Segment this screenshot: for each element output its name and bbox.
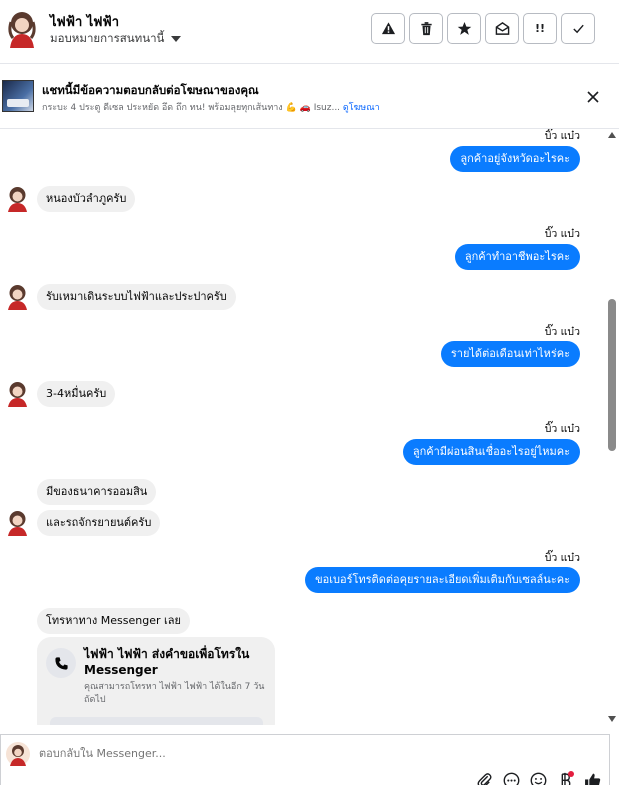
- contact-avatar-small: [8, 285, 27, 310]
- checkmark-icon: [572, 24, 584, 34]
- star-button[interactable]: [447, 13, 481, 44]
- report-spam-button[interactable]: [371, 13, 405, 44]
- reply-composer: [0, 734, 610, 785]
- incoming-message[interactable]: 3-4หมื่นครับ: [37, 381, 116, 407]
- contact-avatar-small: [8, 511, 27, 536]
- sender-name: บิ๊ว แบ๋ว: [544, 326, 580, 338]
- delete-button[interactable]: [409, 13, 443, 44]
- conversation-header: ไฟฟ้า ไฟฟ้า มอบหมายการสนทนานี้ !!: [0, 0, 619, 64]
- incoming-message[interactable]: หนองบัวลำภูครับ: [37, 186, 136, 212]
- notification-dot: [568, 771, 574, 777]
- outgoing-message[interactable]: ลูกค้ามีผ่อนสินเชื่ออะไรอยู่ไหมคะ: [402, 439, 580, 465]
- incoming-message[interactable]: และรถจักรยายนต์ครับ: [37, 510, 161, 536]
- view-ad-link[interactable]: ดูโฆษณา: [343, 103, 380, 113]
- more-options-icon[interactable]: [503, 772, 520, 785]
- scroll-down-arrow-icon[interactable]: [608, 716, 616, 722]
- sender-name: บิ๊ว แบ๋ว: [544, 228, 580, 240]
- warning-icon: [381, 22, 395, 35]
- contact-avatar-small: [8, 187, 27, 212]
- incoming-message[interactable]: โทรหาทาง Messenger เลย: [37, 608, 190, 634]
- star-icon: [457, 21, 471, 35]
- follow-up-button[interactable]: !!: [523, 13, 557, 44]
- ad-reply-banner: แชทนี้มีข้อความตอบกลับต่อโฆษณาของคุณ กระ…: [0, 65, 619, 129]
- reply-input[interactable]: [39, 747, 439, 760]
- follow-up-icon: !!: [534, 22, 546, 35]
- thread-scrollbar[interactable]: [605, 129, 619, 725]
- sender-name: บิ๊ว แบ๋ว: [544, 423, 580, 435]
- caret-down-icon: [171, 36, 182, 42]
- mark-unread-button[interactable]: [485, 13, 519, 44]
- incoming-message[interactable]: รับเหมาเดินระบบไฟฟ้าและประปาครับ: [37, 284, 236, 310]
- call-request-card: ไฟฟ้า ไฟฟ้า ส่งคำขอเพื่อโทรใน Messenger …: [37, 637, 275, 725]
- mark-done-button[interactable]: [561, 13, 595, 44]
- phone-icon: [46, 648, 76, 678]
- envelope-open-icon: [495, 22, 509, 35]
- incoming-message[interactable]: มีของธนาคารออมสิน: [37, 479, 157, 505]
- sender-name: บิ๊ว แบ๋ว: [544, 552, 580, 564]
- contact-avatar-small: [8, 382, 27, 407]
- close-icon[interactable]: [585, 89, 601, 105]
- like-icon[interactable]: [584, 772, 601, 785]
- attachment-icon[interactable]: [476, 772, 493, 785]
- ad-thumbnail[interactable]: [2, 80, 34, 112]
- outgoing-message[interactable]: ขอเบอร์โทรติดต่อคุยรายละเอียดเพิ่มเติมกั…: [305, 567, 580, 593]
- ad-banner-subtitle: กระบะ 4 ประตู ดีเซล ประหยัด อึด ถึก ทน! …: [42, 100, 390, 114]
- call-request-title: ไฟฟ้า ไฟฟ้า ส่งคำขอเพื่อโทรใน Messenger: [84, 647, 250, 677]
- composer-tools: [476, 772, 601, 785]
- call-back-button[interactable]: [50, 717, 263, 725]
- outgoing-message[interactable]: ลูกค้าอยู่จังหวัดอะไรคะ: [450, 146, 580, 172]
- contact-name[interactable]: ไฟฟ้า ไฟฟ้า: [50, 11, 119, 32]
- outgoing-message[interactable]: รายได้ต่อเดือนเท่าไหร่คะ: [440, 341, 580, 367]
- ad-text: กระบะ 4 ประตู ดีเซล ประหยัด อึด ถึก ทน! …: [42, 103, 341, 113]
- assign-conversation-label: มอบหมายการสนทนานี้: [50, 31, 165, 45]
- outgoing-message[interactable]: ลูกค้าทำอาชีพอะไรคะ: [454, 244, 580, 270]
- page-avatar: [6, 742, 30, 766]
- ad-banner-title: แชทนี้มีข้อความตอบกลับต่อโฆษณาของคุณ: [42, 83, 259, 97]
- message-thread[interactable]: บิ๊ว แบ๋ว ลูกค้าอยู่จังหวัดอะไรคะ หนองบั…: [0, 129, 604, 725]
- emoji-icon[interactable]: [530, 772, 547, 785]
- sender-name: บิ๊ว แบ๋ว: [544, 130, 580, 142]
- assign-conversation-dropdown[interactable]: มอบหมายการสนทนานี้: [50, 30, 182, 48]
- scroll-up-arrow-icon[interactable]: [608, 132, 616, 138]
- scrollbar-thumb[interactable]: [608, 299, 616, 451]
- trash-icon: [420, 22, 432, 36]
- conversation-toolbar: !!: [371, 13, 595, 44]
- call-request-subtitle: คุณสามารถโทรหา ไฟฟ้า ไฟฟ้า ได้ในอีก 7 วั…: [84, 682, 265, 705]
- contact-avatar[interactable]: [4, 8, 40, 48]
